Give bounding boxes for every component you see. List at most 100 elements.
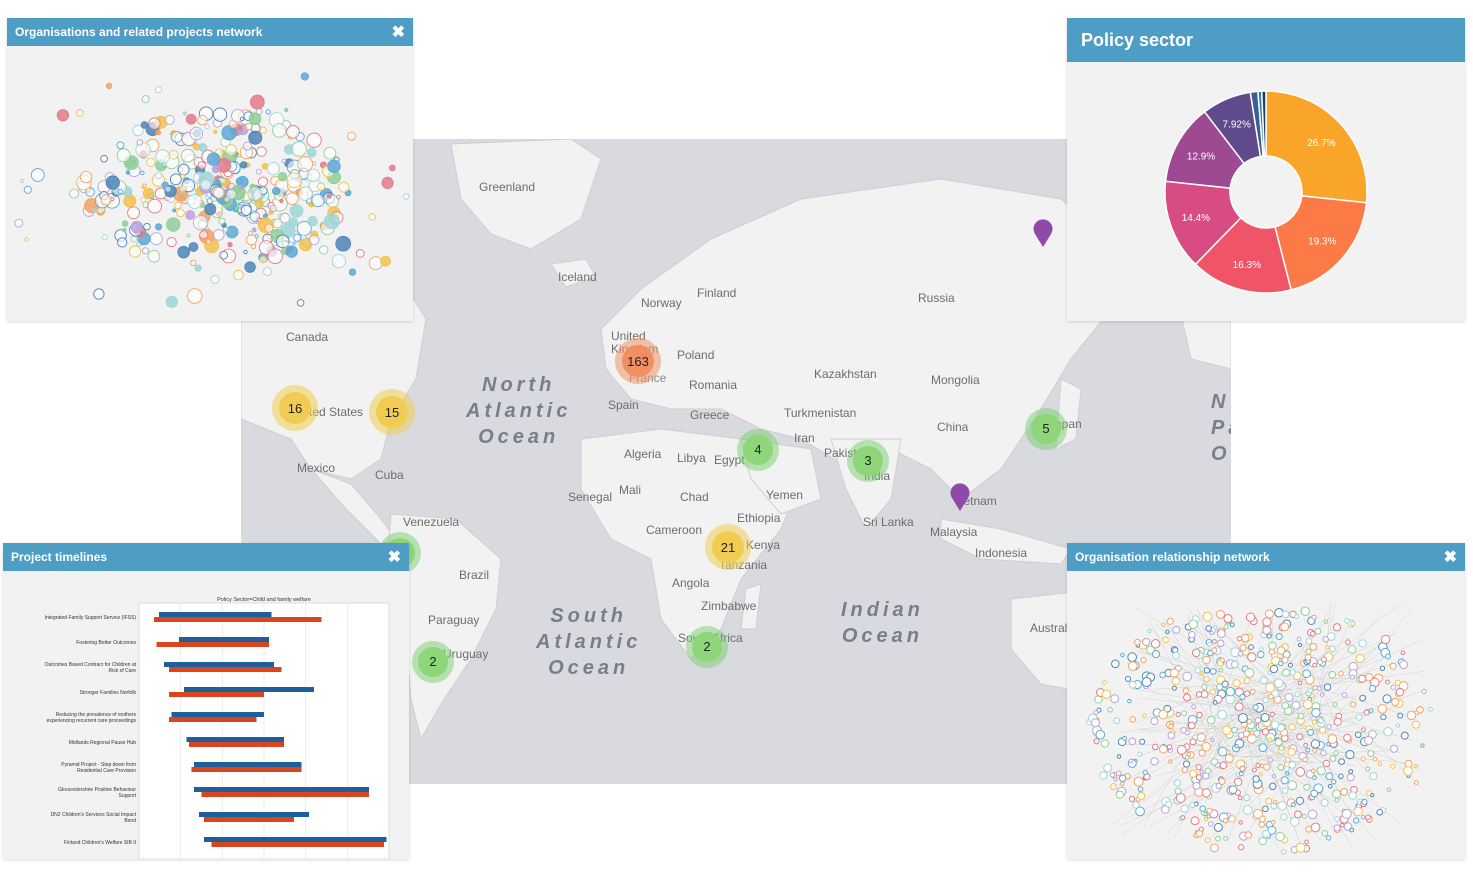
network-node[interactable]	[1206, 807, 1213, 814]
network-node[interactable]	[1413, 763, 1419, 768]
chart-bar[interactable]	[179, 637, 269, 642]
network-node[interactable]	[1354, 731, 1362, 739]
network-node[interactable]	[1280, 622, 1290, 632]
network-node[interactable]	[1142, 769, 1148, 776]
network-node[interactable]	[1280, 813, 1288, 821]
network-node[interactable]	[1241, 633, 1250, 643]
network-node[interactable]	[1188, 769, 1198, 778]
network-node[interactable]	[1340, 788, 1349, 796]
network-node[interactable]	[136, 139, 144, 146]
network-node[interactable]	[200, 179, 212, 191]
network-node[interactable]	[1328, 670, 1337, 679]
network-node[interactable]	[1363, 709, 1370, 716]
network-node[interactable]	[307, 215, 318, 227]
network-node[interactable]	[1204, 767, 1212, 775]
network-node[interactable]	[1188, 630, 1196, 639]
map-cluster-us-east[interactable]: 15	[369, 389, 415, 435]
network-node[interactable]	[1099, 771, 1108, 780]
network-node[interactable]	[140, 196, 147, 203]
network-node[interactable]	[24, 237, 29, 242]
network-node[interactable]	[1297, 712, 1305, 720]
network-node[interactable]	[298, 186, 313, 201]
network-node[interactable]	[1310, 789, 1319, 798]
network-node[interactable]	[1244, 667, 1255, 678]
network-node[interactable]	[292, 241, 297, 246]
network-node[interactable]	[1312, 684, 1318, 691]
network-node[interactable]	[1294, 614, 1300, 620]
network-node[interactable]	[1323, 619, 1329, 624]
network-node[interactable]	[1255, 762, 1261, 768]
network-node[interactable]	[1133, 776, 1144, 787]
network-node[interactable]	[1161, 622, 1166, 627]
network-node[interactable]	[1386, 787, 1392, 792]
network-node[interactable]	[1309, 631, 1316, 637]
network-node[interactable]	[1248, 644, 1254, 650]
close-icon[interactable]: ✖	[388, 547, 401, 567]
network-node[interactable]	[105, 175, 120, 190]
network-node[interactable]	[1287, 747, 1296, 757]
network-node[interactable]	[1198, 749, 1206, 757]
network-node[interactable]	[1343, 733, 1352, 742]
network-node[interactable]	[1151, 649, 1161, 659]
network-node[interactable]	[1237, 844, 1245, 851]
network-node[interactable]	[266, 162, 280, 176]
network-node[interactable]	[180, 173, 186, 179]
network-node[interactable]	[1358, 639, 1367, 648]
network-node[interactable]	[1367, 749, 1375, 757]
network-node[interactable]	[1216, 629, 1226, 639]
network-node[interactable]	[1234, 702, 1244, 712]
network-node[interactable]	[166, 217, 181, 232]
network-node[interactable]	[1288, 760, 1297, 769]
network-node[interactable]	[1263, 763, 1271, 771]
network-node[interactable]	[206, 152, 221, 166]
network-node[interactable]	[1242, 730, 1250, 738]
close-icon[interactable]: ✖	[392, 22, 405, 42]
network-node[interactable]	[1309, 642, 1318, 651]
network-node[interactable]	[244, 261, 256, 273]
network-node[interactable]	[1273, 678, 1284, 689]
network-node[interactable]	[1259, 676, 1268, 685]
network-node[interactable]	[285, 192, 299, 206]
network-node[interactable]	[296, 299, 305, 307]
network-node[interactable]	[281, 240, 289, 248]
network-node[interactable]	[1159, 744, 1168, 754]
network-node[interactable]	[1395, 687, 1405, 697]
network-node[interactable]	[1206, 715, 1216, 725]
network-node[interactable]	[331, 253, 347, 269]
network-node[interactable]	[1122, 735, 1127, 741]
network-node[interactable]	[1382, 694, 1392, 704]
network-node[interactable]	[1414, 780, 1419, 785]
network-node[interactable]	[1232, 679, 1241, 688]
network-node[interactable]	[336, 195, 341, 200]
network-node[interactable]	[368, 256, 383, 271]
network-node[interactable]	[1238, 820, 1243, 825]
network-node[interactable]	[1137, 751, 1143, 757]
network-node[interactable]	[1107, 707, 1113, 713]
network-node[interactable]	[122, 227, 127, 233]
network-node[interactable]	[1332, 702, 1338, 707]
network-node[interactable]	[1128, 737, 1137, 746]
policy-sector-donut-chart[interactable]: 26.7% 19.3% 16.3% 14.4% 12.9% 7.92%	[1067, 62, 1465, 321]
network-node[interactable]	[1128, 795, 1136, 803]
network-node[interactable]	[1338, 670, 1344, 677]
network-node[interactable]	[227, 241, 233, 248]
network-node[interactable]	[1162, 636, 1169, 644]
network-node[interactable]	[1325, 645, 1330, 650]
network-node[interactable]	[182, 111, 187, 116]
network-node[interactable]	[166, 236, 177, 248]
network-node[interactable]	[206, 197, 213, 205]
network-node[interactable]	[1360, 756, 1366, 762]
network-node[interactable]	[1348, 791, 1357, 800]
chart-bar[interactable]	[169, 667, 282, 672]
network-node[interactable]	[1338, 773, 1344, 780]
network-node[interactable]	[1372, 756, 1378, 762]
network-node[interactable]	[1312, 662, 1318, 668]
network-node[interactable]	[1353, 806, 1363, 817]
network-node[interactable]	[1242, 804, 1253, 815]
network-node[interactable]	[129, 245, 142, 258]
network-node[interactable]	[211, 165, 220, 174]
network-node[interactable]	[1314, 627, 1322, 635]
network-node[interactable]	[1379, 665, 1386, 671]
network-node[interactable]	[149, 232, 163, 246]
network-node[interactable]	[1284, 692, 1294, 702]
